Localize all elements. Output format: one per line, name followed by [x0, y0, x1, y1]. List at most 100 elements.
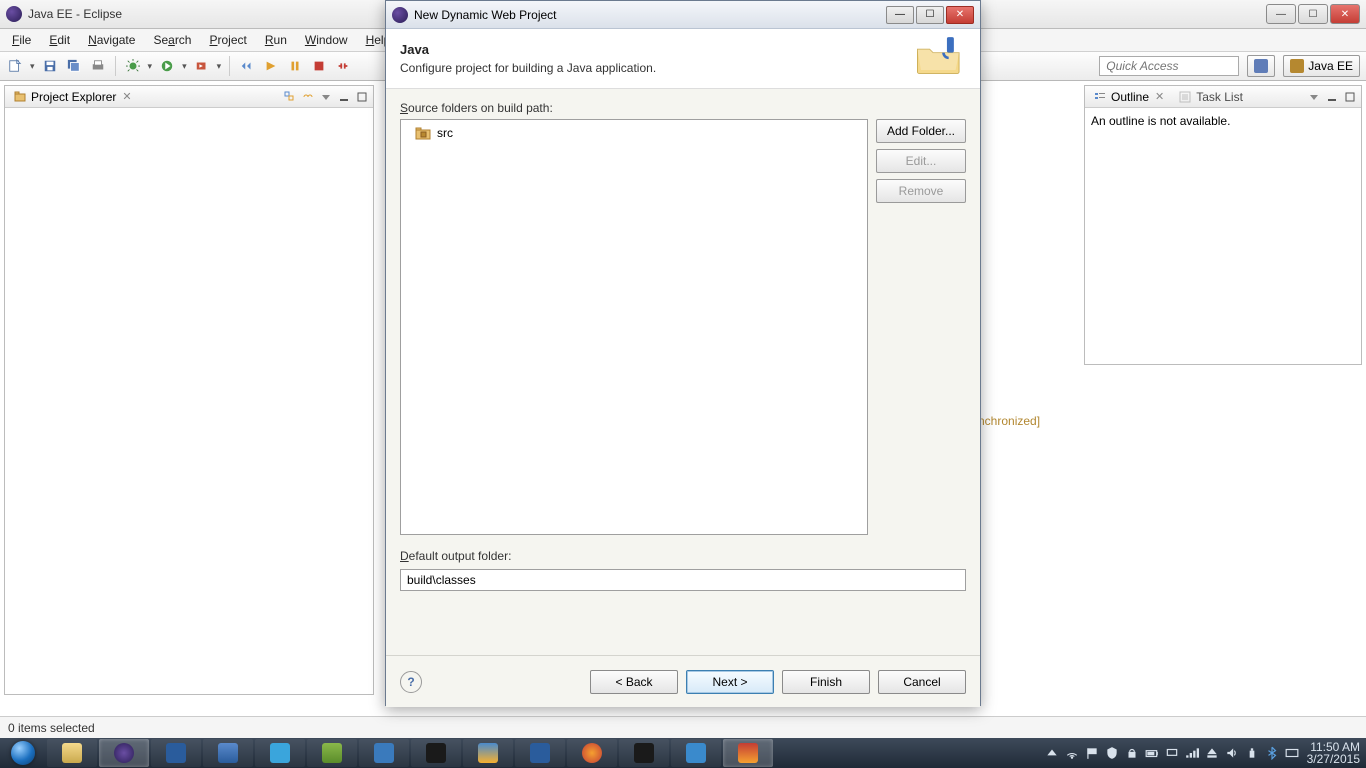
project-explorer-body [5, 108, 373, 120]
save-icon[interactable] [41, 57, 59, 75]
menu-project[interactable]: Project [201, 31, 254, 49]
suspend-icon[interactable] [286, 57, 304, 75]
java-ee-perspective-button[interactable]: Java EE [1283, 55, 1360, 77]
tray-volume-icon[interactable] [1225, 746, 1239, 760]
outline-icon [1093, 90, 1107, 104]
run-last-icon[interactable] [193, 57, 211, 75]
tray-clock[interactable]: 11:50 AM 3/27/2015 [1307, 741, 1360, 765]
tray-battery-icon[interactable] [1145, 746, 1159, 760]
finish-button[interactable]: Finish [782, 670, 870, 694]
outline-message: An outline is not available. [1091, 114, 1230, 128]
task-list-title: Task List [1196, 90, 1243, 104]
project-explorer-header: Project Explorer ✕ [5, 86, 373, 108]
menu-edit[interactable]: Edit [41, 31, 78, 49]
add-folder-button[interactable]: Add Folder... [876, 119, 966, 143]
taskbar-app-3[interactable] [255, 739, 305, 767]
maximize-button[interactable]: ☐ [1298, 4, 1328, 24]
default-output-input[interactable] [400, 569, 966, 591]
disconnect-icon[interactable] [334, 57, 352, 75]
run-icon[interactable] [158, 57, 176, 75]
taskbar-javaee[interactable] [723, 739, 773, 767]
taskbar-app-4[interactable] [307, 739, 357, 767]
source-folders-label: SSource folders on build path:ource fold… [400, 101, 966, 115]
outline-tab[interactable]: Outline ✕ [1089, 88, 1170, 106]
window-title: Java EE - Eclipse [28, 7, 122, 21]
tray-wifi-icon[interactable] [1065, 746, 1079, 760]
resume-icon[interactable] [262, 57, 280, 75]
view-menu-icon[interactable] [319, 90, 333, 104]
tray-msg-icon[interactable] [1285, 746, 1299, 760]
skip-breakpoints-icon[interactable] [238, 57, 256, 75]
dialog-minimize-button[interactable]: — [886, 6, 914, 24]
menu-file[interactable]: File [4, 31, 39, 49]
taskbar-app-7[interactable] [515, 739, 565, 767]
quick-access-input[interactable] [1099, 56, 1239, 76]
taskbar-app-6[interactable] [463, 739, 513, 767]
menu-navigate[interactable]: Navigate [80, 31, 143, 49]
back-button[interactable]: < Back [590, 670, 678, 694]
outline-header: Outline ✕ Task List [1085, 86, 1361, 108]
close-button[interactable]: ✕ [1330, 4, 1360, 24]
link-editor-icon[interactable] [301, 90, 315, 104]
terminate-icon[interactable] [310, 57, 328, 75]
project-explorer-title: Project Explorer [31, 90, 116, 104]
menu-search[interactable]: Search [145, 31, 199, 49]
taskbar-app-5[interactable] [359, 739, 409, 767]
project-explorer-tab[interactable]: Project Explorer ✕ [9, 88, 138, 106]
taskbar-app-2[interactable] [203, 739, 253, 767]
tray-lock-icon[interactable] [1125, 746, 1139, 760]
next-button[interactable]: Next > [686, 670, 774, 694]
view-menu-icon[interactable] [1307, 90, 1321, 104]
cancel-button[interactable]: Cancel [878, 670, 966, 694]
taskbar-eclipse[interactable] [99, 739, 149, 767]
tray-date: 3/27/2015 [1307, 753, 1360, 765]
collapse-all-icon[interactable] [283, 90, 297, 104]
dialog-maximize-button[interactable]: ☐ [916, 6, 944, 24]
project-explorer-panel: Project Explorer ✕ [4, 85, 374, 695]
maximize-panel-icon[interactable] [1343, 90, 1357, 104]
taskbar-explorer[interactable] [47, 739, 97, 767]
minimize-button[interactable]: — [1266, 4, 1296, 24]
tray-signal-icon[interactable] [1185, 746, 1199, 760]
minimize-panel-icon[interactable] [337, 90, 351, 104]
project-explorer-icon [13, 90, 27, 104]
tray-eject-icon[interactable] [1205, 746, 1219, 760]
close-icon[interactable]: ✕ [120, 90, 133, 103]
remove-button[interactable]: Remove [876, 179, 966, 203]
task-list-tab[interactable]: Task List [1174, 88, 1247, 106]
edit-button[interactable]: Edit... [876, 149, 966, 173]
source-folder-list[interactable]: src [400, 119, 868, 535]
print-icon[interactable] [89, 57, 107, 75]
menu-run[interactable]: Run [257, 31, 295, 49]
tray-power-icon[interactable] [1245, 746, 1259, 760]
tray-up-icon[interactable] [1045, 746, 1059, 760]
source-folder-name: src [437, 126, 453, 140]
close-icon[interactable]: ✕ [1153, 90, 1166, 103]
system-tray: 11:50 AM 3/27/2015 [1045, 741, 1366, 765]
tray-shield-icon[interactable] [1105, 746, 1119, 760]
windows-taskbar: 11:50 AM 3/27/2015 [0, 738, 1366, 768]
outline-title: Outline [1111, 90, 1149, 104]
taskbar-firefox[interactable] [567, 739, 617, 767]
new-icon[interactable] [6, 57, 24, 75]
dialog-banner-subtitle: Configure project for building a Java ap… [400, 61, 656, 75]
save-all-icon[interactable] [65, 57, 83, 75]
source-folder-side-buttons: Add Folder... Edit... Remove [876, 119, 966, 535]
taskbar-app-8[interactable] [619, 739, 669, 767]
start-button[interactable] [0, 738, 46, 768]
open-perspective-button[interactable] [1247, 55, 1275, 77]
debug-icon[interactable] [124, 57, 142, 75]
menu-window[interactable]: Window [297, 31, 356, 49]
taskbar-cmd[interactable] [411, 739, 461, 767]
help-button[interactable]: ? [400, 671, 422, 693]
taskbar-app-9[interactable] [671, 739, 721, 767]
taskbar-app-1[interactable] [151, 739, 201, 767]
dialog-close-button[interactable]: ✕ [946, 6, 974, 24]
tray-bluetooth-icon[interactable] [1265, 746, 1279, 760]
maximize-panel-icon[interactable] [355, 90, 369, 104]
minimize-panel-icon[interactable] [1325, 90, 1339, 104]
tray-flag-icon[interactable] [1085, 746, 1099, 760]
tray-network-icon[interactable] [1165, 746, 1179, 760]
source-folder-item[interactable]: src [405, 124, 863, 142]
dialog-titlebar[interactable]: New Dynamic Web Project — ☐ ✕ [386, 1, 980, 29]
